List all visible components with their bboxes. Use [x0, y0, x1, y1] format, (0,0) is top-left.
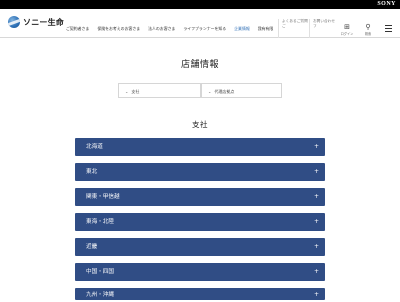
- faq-link[interactable]: よくあるご質問 ご: [278, 19, 310, 38]
- chevron-down-icon: ⌄: [208, 89, 212, 94]
- search-button[interactable]: ⚲ 検索: [359, 23, 377, 36]
- plus-icon: +: [313, 193, 319, 200]
- contact-link[interactable]: お問い合わせ フ: [309, 19, 341, 38]
- page-title: 店舗情報: [180, 60, 219, 70]
- region-accordion-tohoku[interactable]: 東北 +: [75, 163, 325, 181]
- logo-mark-icon: [8, 16, 20, 28]
- plus-icon: +: [313, 243, 319, 250]
- chevron-down-icon: ⌄: [125, 89, 129, 94]
- plus-icon: +: [313, 143, 319, 150]
- nav-item-corporate-customers[interactable]: 法人のお客さま: [148, 26, 175, 32]
- region-accordion-tokai[interactable]: 東海・北陸 +: [75, 213, 325, 231]
- menu-button[interactable]: [385, 25, 392, 34]
- sony-logo[interactable]: SONY: [377, 1, 396, 7]
- global-nav: ご契約者さま 保険をお考えのお客さま 法人のお客さま ライフプランナーを知る 企…: [66, 26, 273, 32]
- site-header: ソニー生命 ご契約者さま 保険をお考えのお客さま 法人のお客さま ライフプランナ…: [0, 9, 400, 38]
- region-accordion-hokkaido[interactable]: 北海道 +: [75, 138, 325, 156]
- nav-item-lifeplanner[interactable]: ライフプランナーを知る: [183, 26, 226, 32]
- sony-top-bar: SONY: [0, 0, 400, 9]
- anchor-link-agencies[interactable]: ⌄ 代理店拠点: [201, 83, 282, 98]
- region-accordion-kyushu[interactable]: 九州・沖縄 +: [75, 288, 325, 300]
- logo-text: ソニー生命: [23, 17, 64, 27]
- nav-item-policyholders[interactable]: ご契約者さま: [66, 26, 89, 32]
- nav-item-considering-insurance[interactable]: 保険をお考えのお客さま: [97, 26, 140, 32]
- grid-icon: ⊞: [344, 23, 350, 31]
- brand-logo[interactable]: ソニー生命: [8, 16, 64, 28]
- search-icon: ⚲: [365, 23, 371, 31]
- menu-icon: [385, 25, 392, 26]
- region-accordion-chugoku[interactable]: 中国・四国 +: [75, 263, 325, 281]
- plus-icon: +: [313, 218, 319, 225]
- anchor-link-branches[interactable]: ⌄ 支社: [118, 83, 201, 98]
- region-accordion-kanto[interactable]: 関東・甲信越 +: [75, 188, 325, 206]
- login-button[interactable]: ⊞ ログイン: [338, 23, 356, 36]
- nav-item-company-info[interactable]: 企業情報: [234, 26, 250, 32]
- nav-item-other[interactable]: 我有有限: [258, 26, 274, 32]
- plus-icon: +: [313, 268, 319, 275]
- region-accordion-kinki[interactable]: 近畿 +: [75, 238, 325, 256]
- section-title: 支社: [192, 120, 208, 129]
- plus-icon: +: [313, 168, 319, 175]
